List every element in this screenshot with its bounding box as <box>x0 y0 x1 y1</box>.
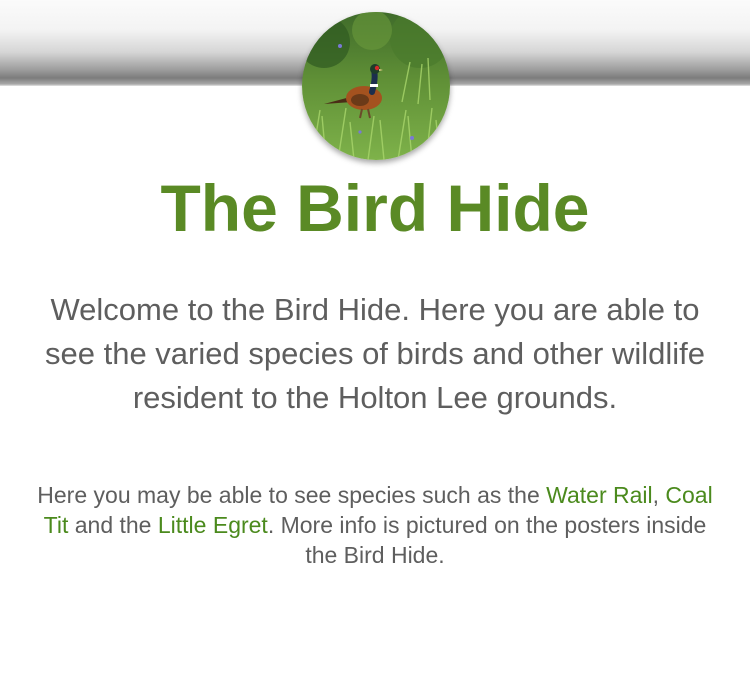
details-separator-1: , <box>652 482 666 508</box>
page-title: The Bird Hide <box>160 171 590 245</box>
pheasant-photo <box>302 12 450 160</box>
water-rail-link[interactable]: Water Rail <box>546 482 653 508</box>
details-suffix: . More info is pictured on the posters i… <box>267 512 707 568</box>
little-egret-link[interactable]: Little Egret <box>158 512 268 538</box>
pheasant-image <box>302 12 450 160</box>
species-paragraph: Here you may be able to see species such… <box>36 480 714 570</box>
details-separator-2: and the <box>68 512 158 538</box>
intro-text: Welcome to the Bird Hide. Here you are a… <box>45 292 705 415</box>
details-prefix: Here you may be able to see species such… <box>37 482 547 508</box>
